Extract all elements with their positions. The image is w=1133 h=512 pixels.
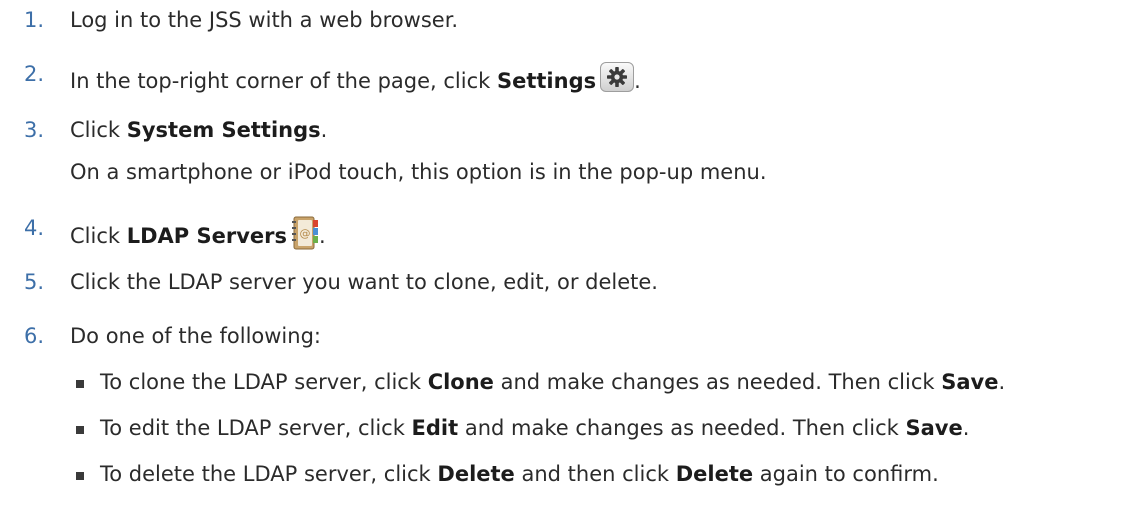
system-settings-label: System Settings [126,118,321,142]
bullet-text-part: again to confirm. [753,462,939,486]
step-text: Click LDAP Servers @ . [70,216,326,250]
bullet-text-part: To clone the LDAP server, click [100,370,428,394]
bullet-marker [76,426,84,434]
bullet-text: To clone the LDAP server, click Clone an… [100,370,1005,394]
step-number: 1. [24,8,45,32]
bullet-text-part: To edit the LDAP server, click [100,416,412,440]
settings-label: Settings [496,69,597,93]
save-label: Save [905,416,963,440]
step-number: 6. [24,324,45,348]
svg-text:@: @ [300,227,311,240]
step-number: 2. [24,62,45,86]
delete-label: Delete [675,462,754,486]
step-number: 4. [24,216,45,240]
address-book-icon: @ [291,216,319,250]
step-text: Log in to the JSS with a web browser. [70,8,459,32]
step-note: On a smartphone or iPod touch, this opti… [70,160,767,184]
step-text-post: . [320,118,328,142]
step-text: Do one of the following: [70,324,321,348]
bullet-text-part: . [962,416,970,440]
step-text-pre: Click [70,224,127,248]
bullet-text-part: . [998,370,1006,394]
clone-label: Clone [427,370,494,394]
bullet-text-part: and then click [514,462,676,486]
step-text-pre: In the top-right corner of the page, cli… [70,69,497,93]
step-text: Click the LDAP server you want to clone,… [70,270,658,294]
step-text-post: . [634,69,641,93]
bullet-text: To delete the LDAP server, click Delete … [100,462,939,486]
bullet-text: To edit the LDAP server, click Edit and … [100,416,969,440]
step-text: Click System Settings. [70,118,327,142]
delete-label: Delete [437,462,515,486]
step-text: In the top-right corner of the page, cli… [70,62,641,93]
bullet-text-part: and make changes as needed. Then click [493,370,942,394]
bullet-text-part: To delete the LDAP server, click [100,462,438,486]
step-text-pre: Click [70,118,127,142]
step-number: 5. [24,270,45,294]
bullet-marker [76,472,84,480]
bullet-text-part: and make changes as needed. Then click [458,416,906,440]
gear-icon [600,62,635,92]
step-number: 3. [24,118,45,142]
step-text-post: . [319,224,326,248]
bullet-marker [76,380,84,388]
ldap-servers-label: LDAP Servers [126,224,287,248]
edit-label: Edit [411,416,459,440]
save-label: Save [941,370,999,394]
